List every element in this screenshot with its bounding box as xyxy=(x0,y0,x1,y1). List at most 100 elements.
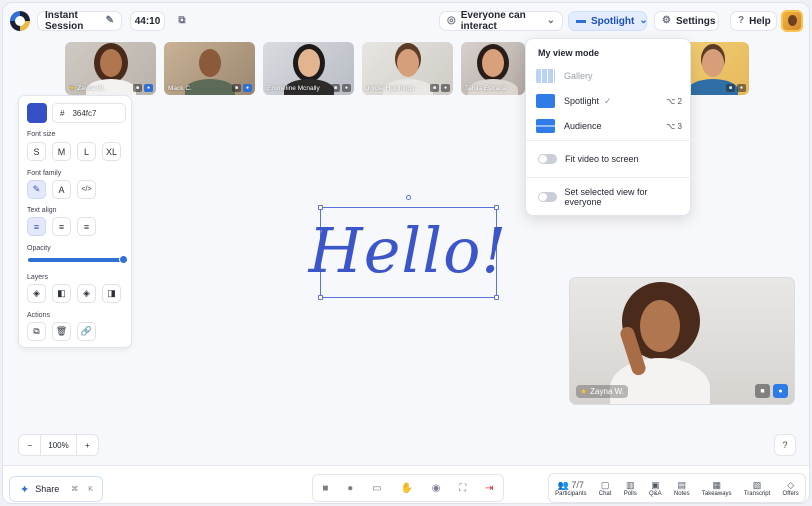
font-size-xl[interactable]: XL xyxy=(102,142,121,161)
participant-face xyxy=(99,49,122,77)
set-view-toggle-row[interactable]: Set selected view for everyone xyxy=(538,187,684,207)
tab-qa[interactable]: ▣ Q&A xyxy=(649,480,662,497)
media-controls: ■ ● ▭ ✋ ◉ ⛶ ⇥ xyxy=(312,474,504,502)
zoom-value[interactable]: 100% xyxy=(40,435,77,455)
app-window: Instant Session ✎ 44:10 ⧉ ◎ Everyone can… xyxy=(2,2,810,504)
camera-icon[interactable]: ■ xyxy=(726,84,735,92)
participant-tile[interactable]: Mack C. ■ ● xyxy=(164,42,255,95)
mic-icon[interactable]: ● xyxy=(737,84,746,92)
zoom-out-button[interactable]: − xyxy=(19,441,40,450)
camera-icon[interactable]: ■ xyxy=(232,84,241,92)
camera-icon[interactable]: ■ xyxy=(430,84,439,92)
font-size-m[interactable]: M xyxy=(52,142,71,161)
camera-icon[interactable]: ■ xyxy=(331,84,340,92)
camera-icon[interactable]: ■ xyxy=(755,384,770,398)
font-sans-button[interactable]: A xyxy=(52,180,71,199)
tab-chat[interactable]: ▢ Chat xyxy=(599,480,612,497)
rotate-handle[interactable] xyxy=(406,195,411,200)
zoom-control: − 100% + xyxy=(18,434,99,456)
fit-video-toggle-row[interactable]: Fit video to screen xyxy=(538,150,684,168)
opacity-label: Opacity xyxy=(27,245,51,252)
participant-tile[interactable]: ★ Zayna W. ■ ● xyxy=(65,42,156,95)
resize-handle-se[interactable] xyxy=(494,295,499,300)
send-to-back-icon: ◈ xyxy=(33,288,40,298)
help-button[interactable]: ? Help xyxy=(730,11,777,31)
record-icon[interactable]: ◉ xyxy=(432,483,441,494)
view-option-gallery[interactable]: Gallery xyxy=(536,67,682,85)
bring-forward-button[interactable]: ◈ xyxy=(77,284,96,303)
zoom-in-button[interactable]: + xyxy=(77,441,98,450)
user-avatar[interactable] xyxy=(781,10,803,32)
color-hex-input[interactable]: # 364fc7 xyxy=(52,103,126,123)
bring-to-front-button[interactable]: ◨ xyxy=(102,284,121,303)
duplicate-button[interactable]: ⧉ xyxy=(27,322,46,341)
color-swatch[interactable] xyxy=(27,103,47,123)
session-title: Instant Session xyxy=(45,10,84,32)
tab-transcript[interactable]: ▧ Transcript xyxy=(744,480,770,497)
tab-participants[interactable]: 👥 7/7 Participants xyxy=(555,480,586,497)
tab-label: Notes xyxy=(673,490,690,497)
tab-notes[interactable]: ▤ Notes xyxy=(674,480,690,497)
screen-share-icon[interactable]: ▭ xyxy=(372,483,381,494)
mic-icon[interactable]: ● xyxy=(773,384,788,398)
opacity-slider[interactable] xyxy=(28,255,128,264)
align-center-button[interactable]: ≡ xyxy=(52,217,71,236)
participant-name: Emmeline Mcnally xyxy=(267,85,320,92)
participant-body xyxy=(184,79,235,95)
leave-icon[interactable]: ⇥ xyxy=(485,483,493,494)
hand-icon[interactable]: ✋ xyxy=(400,483,412,494)
fit-video-toggle[interactable] xyxy=(538,154,557,164)
interact-mode-button[interactable]: ◎ Everyone can interact ⌄ xyxy=(439,10,563,32)
tab-offers[interactable]: ◇ Offers xyxy=(783,480,799,497)
tab-label: Participants xyxy=(555,490,587,497)
spotlight-video[interactable]: ★ Zayna W. ■ ● xyxy=(569,277,795,405)
mic-icon[interactable]: ● xyxy=(243,84,252,92)
delete-button[interactable]: 🗑 xyxy=(52,322,71,341)
tile-controls: ■ ● xyxy=(430,84,450,92)
font-code-button[interactable]: </> xyxy=(77,180,96,199)
font-handwritten-button[interactable]: ✎ xyxy=(27,180,46,199)
share-button[interactable]: ✦ Share ⌘ K xyxy=(9,476,103,502)
align-center-icon: ≡ xyxy=(58,221,65,232)
send-to-back-button[interactable]: ◈ xyxy=(27,284,46,303)
view-option-audience[interactable]: Audience ⌥ 3 xyxy=(536,117,682,135)
link-button[interactable]: 🔗 xyxy=(77,322,96,341)
resize-handle-ne[interactable] xyxy=(494,205,499,210)
view-mode-label: Spotlight xyxy=(591,15,635,27)
camera-icon[interactable]: ■ xyxy=(133,84,142,92)
layers-label: Layers xyxy=(27,274,49,281)
pencil-icon[interactable]: ✎ xyxy=(106,16,114,26)
pen-icon: ✎ xyxy=(32,184,41,194)
chevron-down-icon: ⌄ xyxy=(639,15,648,26)
fullscreen-icon[interactable]: ⛶ xyxy=(459,483,466,494)
canvas-help-button[interactable]: ? xyxy=(774,434,796,456)
participant-tile[interactable]: Tahlia Estrada xyxy=(461,42,525,95)
translate-button[interactable]: ⧉ xyxy=(173,11,191,31)
view-option-spotlight[interactable]: Spotlight ✓ ⌥ 2 xyxy=(536,92,682,110)
mic-icon[interactable]: ● xyxy=(441,84,450,92)
set-view-toggle[interactable] xyxy=(538,192,557,202)
resize-handle-sw[interactable] xyxy=(318,295,323,300)
font-size-l[interactable]: L xyxy=(77,142,96,161)
settings-button[interactable]: ⚙ Settings xyxy=(654,11,719,31)
send-backward-button[interactable]: ◧ xyxy=(52,284,71,303)
tab-takeaways[interactable]: ▦ Takeaways xyxy=(702,480,732,497)
view-mode-button[interactable]: ▬ Spotlight ⌄ xyxy=(568,11,648,31)
mic-icon[interactable]: ● xyxy=(342,84,351,92)
align-left-button[interactable]: ≡ xyxy=(27,217,46,236)
tab-polls[interactable]: ▥ Polls xyxy=(624,480,637,497)
mic-icon[interactable]: ● xyxy=(144,84,153,92)
canvas-text[interactable]: Hello! xyxy=(309,206,507,294)
opacity-slider-handle[interactable] xyxy=(119,255,128,264)
font-size-s[interactable]: S xyxy=(27,142,46,161)
camera-icon[interactable]: ■ xyxy=(322,483,328,494)
participant-tile[interactable]: Jordie Hutchings ■ ● xyxy=(362,42,453,95)
mic-icon[interactable]: ● xyxy=(347,483,353,494)
sparkle-icon: ✦ xyxy=(20,483,30,496)
option-label: Audience xyxy=(564,121,602,131)
session-title-pill[interactable]: Instant Session ✎ xyxy=(37,10,122,32)
participant-tile[interactable]: Emmeline Mcnally ■ ● xyxy=(263,42,354,95)
align-right-button[interactable]: ≡ xyxy=(77,217,96,236)
actions-label: Actions xyxy=(27,312,50,319)
pointer-icon: ◎ xyxy=(447,15,456,26)
